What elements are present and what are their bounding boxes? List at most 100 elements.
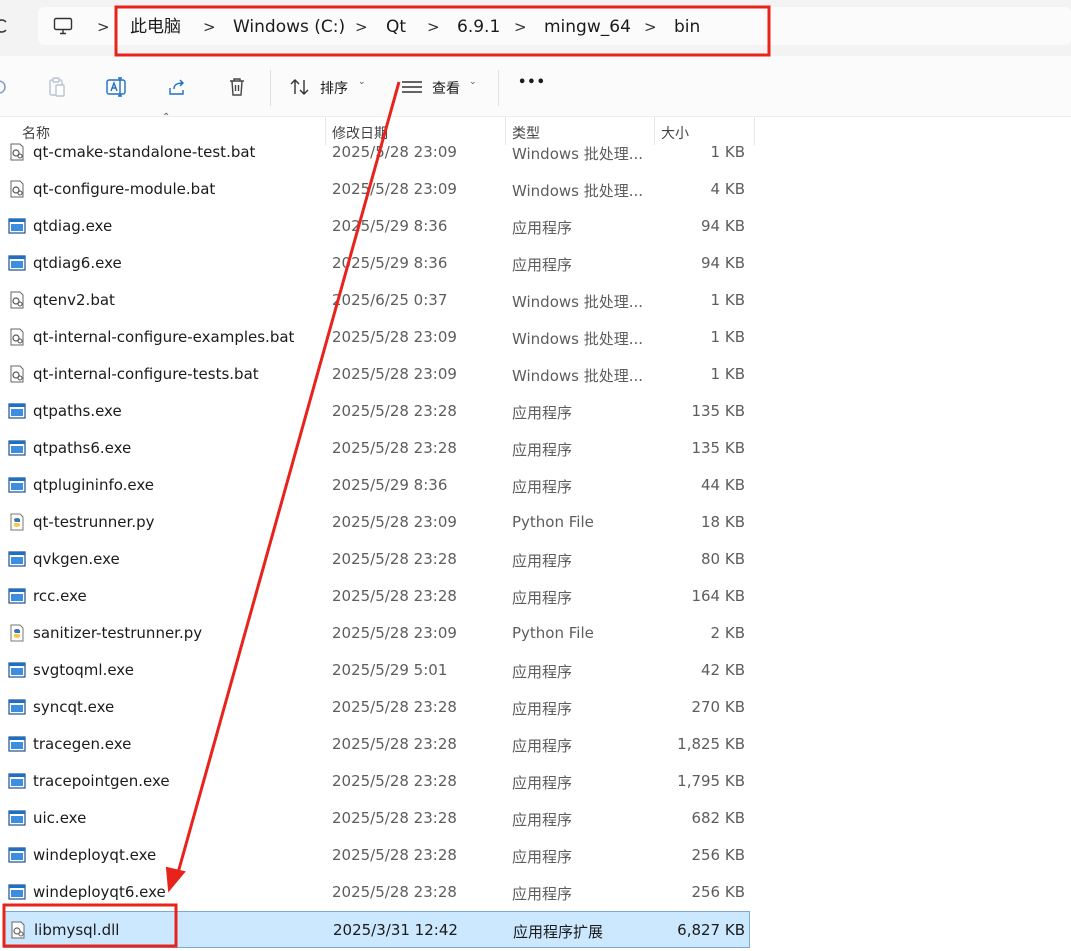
file-date: 2025/5/28 23:09 bbox=[332, 328, 457, 346]
file-name: qt-testrunner.py bbox=[33, 513, 155, 531]
file-type: Python File bbox=[512, 624, 594, 642]
file-row[interactable]: qtpaths6.exe 2025/5/28 23:28 应用程序 135 KB bbox=[0, 430, 756, 467]
file-type: 应用程序 bbox=[512, 885, 573, 903]
file-row[interactable]: qt-internal-configure-examples.bat 2025/5… bbox=[0, 319, 756, 356]
file-size: 4 KB bbox=[710, 180, 745, 198]
exe-file-icon bbox=[8, 735, 26, 753]
file-date: 2025/5/28 23:09 bbox=[332, 513, 457, 531]
file-type: 应用程序 bbox=[512, 589, 573, 607]
file-row[interactable]: qtdiag6.exe 2025/5/29 8:36 应用程序 94 KB bbox=[0, 245, 756, 282]
file-row-selected[interactable]: libmysql.dll 2025/3/31 12:42 应用程序扩展 6,827 K… bbox=[3, 911, 750, 948]
breadcrumb-chevron-icon[interactable]: > bbox=[355, 17, 368, 37]
delete-icon[interactable] bbox=[226, 76, 248, 98]
breadcrumb-chevron-icon[interactable]: > bbox=[427, 17, 440, 37]
exe-file-icon bbox=[8, 254, 26, 272]
file-row[interactable]: syncqt.exe 2025/5/28 23:28 应用程序 270 KB bbox=[0, 689, 756, 726]
file-row[interactable]: qtpaths.exe 2025/5/28 23:28 应用程序 135 KB bbox=[0, 393, 756, 430]
breadcrumb-chevron-icon: > bbox=[97, 18, 110, 36]
file-name: qvkgen.exe bbox=[33, 550, 120, 568]
file-name: qtenv2.bat bbox=[33, 291, 115, 309]
file-row[interactable]: qt-internal-configure-tests.bat 2025/5/28… bbox=[0, 356, 756, 393]
file-row[interactable]: rcc.exe 2025/5/28 23:28 应用程序 164 KB bbox=[0, 578, 756, 615]
file-name: qt-configure-module.bat bbox=[33, 180, 216, 198]
more-options-button[interactable]: ••• bbox=[518, 75, 546, 90]
file-type: 应用程序 bbox=[512, 404, 573, 422]
breadcrumb-item[interactable]: Qt bbox=[386, 16, 406, 38]
file-row[interactable]: qtenv2.bat 2025/6/25 0:37 Windows 批处理... 1 … bbox=[0, 282, 756, 319]
breadcrumb-chevron-icon[interactable]: > bbox=[644, 17, 657, 37]
exe-file-icon bbox=[8, 587, 26, 605]
file-date: 2025/5/29 8:36 bbox=[332, 476, 448, 494]
file-type: Windows 批处理... bbox=[512, 367, 644, 385]
share-icon[interactable] bbox=[166, 76, 188, 98]
file-row[interactable]: windeployqt6.exe 2025/5/28 23:28 应用程序 256 K… bbox=[0, 874, 756, 911]
breadcrumb-item[interactable]: 此电脑 bbox=[130, 16, 181, 38]
file-row[interactable]: windeployqt.exe 2025/5/28 23:28 应用程序 256 KB bbox=[0, 837, 756, 874]
paste-icon[interactable] bbox=[46, 76, 68, 98]
exe-file-icon bbox=[8, 809, 26, 827]
breadcrumb-chevron-icon[interactable]: > bbox=[203, 17, 216, 37]
view-button[interactable]: 查看 bbox=[432, 78, 460, 98]
file-size: 270 KB bbox=[691, 698, 745, 716]
file-name: qt-internal-configure-examples.bat bbox=[33, 328, 295, 346]
file-size: 1 KB bbox=[710, 328, 745, 346]
breadcrumb-item[interactable]: 6.9.1 bbox=[457, 16, 500, 38]
toolbar-divider bbox=[498, 70, 499, 106]
sort-icon[interactable] bbox=[289, 76, 311, 98]
breadcrumb-item-current[interactable]: bin bbox=[674, 16, 700, 38]
exe-file-icon bbox=[8, 846, 26, 864]
file-row[interactable]: qt-cmake-standalone-test.bat 2025/5/28 23… bbox=[0, 138, 756, 171]
file-row[interactable]: tracegen.exe 2025/5/28 23:28 应用程序 1,825 KB bbox=[0, 726, 756, 763]
breadcrumb-item[interactable]: Windows (C:) bbox=[233, 16, 345, 38]
exe-file-icon bbox=[8, 550, 26, 568]
exe-file-icon bbox=[8, 698, 26, 716]
chevron-down-icon: ⌄ bbox=[358, 77, 366, 87]
file-list: qt-cmake-standalone-test.bat 2025/5/28 23… bbox=[0, 138, 756, 951]
batch-file-icon bbox=[8, 180, 26, 198]
file-date: 2025/5/29 5:01 bbox=[332, 661, 448, 679]
file-type: Windows 批处理... bbox=[512, 145, 644, 163]
file-date: 2025/5/28 23:28 bbox=[332, 772, 457, 790]
exe-file-icon bbox=[8, 402, 26, 420]
file-type: 应用程序 bbox=[512, 478, 573, 496]
file-row[interactable]: qtplugininfo.exe 2025/5/29 8:36 应用程序 44 KB bbox=[0, 467, 756, 504]
toolbar-divider bbox=[270, 70, 271, 106]
file-type: 应用程序扩展 bbox=[513, 923, 604, 941]
cut-icon[interactable] bbox=[0, 76, 10, 98]
breadcrumb-item[interactable]: mingw_64 bbox=[544, 16, 631, 38]
exe-file-icon bbox=[8, 217, 26, 235]
file-row[interactable]: sanitizer-testrunner.py 2025/5/28 23:09 Py… bbox=[0, 615, 756, 652]
refresh-icon[interactable] bbox=[0, 16, 10, 36]
computer-icon bbox=[53, 17, 73, 35]
file-size: 6,827 KB bbox=[677, 921, 745, 939]
file-type: 应用程序 bbox=[512, 737, 573, 755]
file-size: 2 KB bbox=[710, 624, 745, 642]
file-date: 2025/5/28 23:28 bbox=[332, 550, 457, 568]
breadcrumb-chevron-icon[interactable]: > bbox=[514, 17, 527, 37]
file-type: 应用程序 bbox=[512, 848, 573, 866]
file-name: qtplugininfo.exe bbox=[33, 476, 155, 494]
file-row[interactable]: qtdiag.exe 2025/5/29 8:36 应用程序 94 KB bbox=[0, 208, 756, 245]
address-area: > 此电脑 > Windows (C:) > Qt > 6.9.1 > ming… bbox=[0, 0, 1071, 56]
python-file-icon bbox=[8, 513, 26, 531]
file-name: sanitizer-testrunner.py bbox=[33, 624, 203, 642]
file-size: 682 KB bbox=[691, 809, 745, 827]
file-row[interactable]: uic.exe 2025/5/28 23:28 应用程序 682 KB bbox=[0, 800, 756, 837]
exe-file-icon bbox=[8, 772, 26, 790]
file-date: 2025/5/28 23:28 bbox=[332, 587, 457, 605]
view-icon[interactable] bbox=[400, 76, 422, 98]
file-size: 1 KB bbox=[710, 291, 745, 309]
file-name: qt-internal-configure-tests.bat bbox=[33, 365, 259, 383]
file-row[interactable]: qt-configure-module.bat 2025/5/28 23:09 Wi… bbox=[0, 171, 756, 208]
rename-icon[interactable] bbox=[105, 76, 127, 98]
sort-button[interactable]: 排序 bbox=[320, 78, 348, 98]
file-type: Python File bbox=[512, 513, 594, 531]
file-row[interactable]: qvkgen.exe 2025/5/28 23:28 应用程序 80 KB bbox=[0, 541, 756, 578]
file-size: 135 KB bbox=[691, 402, 745, 420]
file-row[interactable]: tracepointgen.exe 2025/5/28 23:28 应用程序 1,79… bbox=[0, 763, 756, 800]
file-row[interactable]: qt-testrunner.py 2025/5/28 23:09 Python Fi… bbox=[0, 504, 756, 541]
file-date: 2025/5/29 8:36 bbox=[332, 254, 448, 272]
file-size: 1 KB bbox=[710, 143, 745, 161]
file-size: 18 KB bbox=[701, 513, 745, 531]
file-row[interactable]: svgtoqml.exe 2025/5/29 5:01 应用程序 42 KB bbox=[0, 652, 756, 689]
